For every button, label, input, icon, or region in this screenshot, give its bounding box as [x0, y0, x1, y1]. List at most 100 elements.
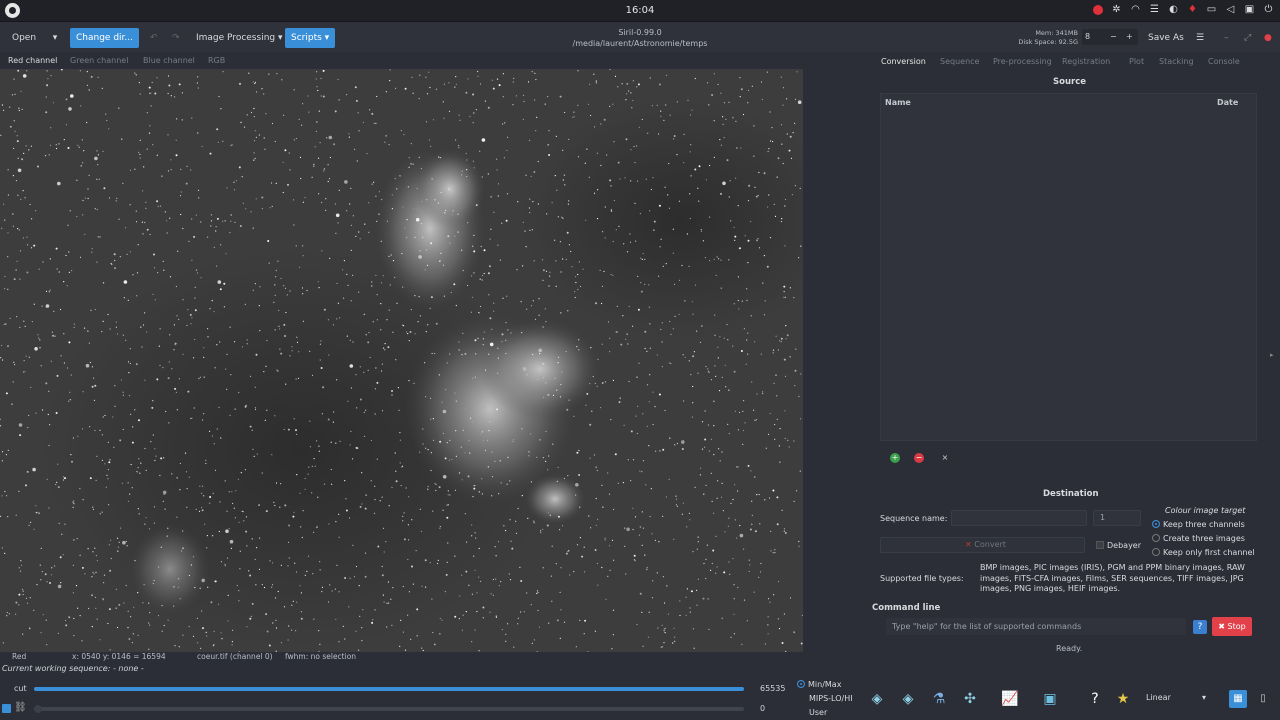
- plus-icon[interactable]: +: [1126, 29, 1133, 45]
- tab-preprocessing[interactable]: Pre-processing: [993, 57, 1052, 66]
- working-dir: /media/laurent/Astronomie/temps: [572, 39, 708, 48]
- fwhm-info: fwhm: no selection: [285, 652, 357, 661]
- panel-toggle-icon[interactable]: ▯: [1256, 690, 1270, 708]
- image-processing-menu[interactable]: Image Processing ▾: [190, 28, 289, 48]
- working-sequence: Current working sequence: - none -: [2, 664, 144, 673]
- maximize-icon[interactable]: ⤢: [1238, 28, 1257, 48]
- star-icon[interactable]: ★: [1112, 689, 1134, 709]
- night-mode-icon[interactable]: ◐: [1168, 4, 1179, 15]
- source-heading: Source: [1053, 77, 1087, 87]
- debayer-checkbox[interactable]: Debayer: [1096, 541, 1141, 550]
- stretch-select[interactable]: Linear ▾: [1140, 690, 1212, 706]
- right-panel: Conversion Sequence Pre-processing Regis…: [872, 53, 1280, 663]
- lock-icon[interactable]: ▣: [1244, 4, 1255, 15]
- image-side-margin: [803, 69, 870, 652]
- power-icon[interactable]: ⏻: [1263, 4, 1274, 15]
- clock[interactable]: 16:04: [0, 5, 1280, 16]
- tab-red-channel[interactable]: Red channel: [8, 56, 57, 65]
- stop-button[interactable]: ✖ Stop: [1212, 617, 1252, 636]
- change-dir-button[interactable]: Change dir...: [70, 28, 139, 48]
- image-processing-label: Image Processing: [196, 33, 276, 43]
- column-date[interactable]: Date: [1217, 98, 1238, 107]
- tab-sequence[interactable]: Sequence: [940, 57, 979, 66]
- window-title: Siril-0.99.0 /media/laurent/Astronomie/t…: [540, 27, 740, 49]
- mode-minmax-label: Min/Max: [808, 680, 842, 689]
- question-icon[interactable]: ?: [1084, 689, 1106, 709]
- lo-slider-handle[interactable]: [34, 705, 42, 713]
- mode-minmax-radio[interactable]: Min/Max: [797, 680, 841, 689]
- annotate-icon[interactable]: ✣: [959, 689, 981, 709]
- help-button[interactable]: ?: [1193, 620, 1207, 634]
- lo-slider-track[interactable]: [34, 707, 744, 711]
- mem-usage: Mem: 341MB: [1035, 29, 1078, 37]
- remove-file-icon[interactable]: −: [914, 453, 924, 463]
- keep-three-channels-radio[interactable]: Keep three channels: [1152, 520, 1245, 529]
- expand-arrow-icon[interactable]: ▸: [1270, 351, 1274, 359]
- tab-conversion[interactable]: Conversion: [881, 57, 926, 66]
- lo-value[interactable]: 0: [760, 704, 765, 713]
- create-three-images-radio[interactable]: Create three images: [1152, 534, 1245, 543]
- column-name[interactable]: Name: [885, 98, 911, 107]
- grid-view-icon[interactable]: ▦: [1229, 690, 1247, 708]
- minimize-icon[interactable]: –: [1218, 28, 1235, 48]
- debayer-box[interactable]: [1096, 541, 1104, 549]
- window-list-icon[interactable]: ▭: [1206, 4, 1217, 15]
- recent-files-dropdown-icon[interactable]: ▾: [47, 28, 63, 48]
- auto-cut-checkbox[interactable]: [2, 704, 11, 713]
- command-input[interactable]: Type "help" for the list of supported co…: [886, 618, 1186, 635]
- mode-mips-radio[interactable]: MIPS-LO/HI: [809, 694, 853, 703]
- create-three-label: Create three images: [1163, 534, 1245, 543]
- undo-icon[interactable]: ↶: [144, 28, 164, 48]
- hi-value[interactable]: 65535: [760, 684, 785, 693]
- histogram-icon[interactable]: 📈: [999, 689, 1021, 709]
- mode-user-radio[interactable]: User: [809, 708, 827, 717]
- stretch-value: Linear: [1146, 693, 1171, 702]
- menu-icon[interactable]: ☰: [1149, 4, 1160, 15]
- scripts-label: Scripts: [291, 33, 322, 43]
- system-top-bar: 16:04 ✲ ◠ ☰ ◐ ♦ ▭ ◁ ▣ ⏻: [0, 0, 1280, 22]
- thread-spinner[interactable]: 8 − +: [1082, 29, 1138, 45]
- extensions-icon[interactable]: ✲: [1111, 4, 1122, 15]
- start-index-input[interactable]: 1: [1093, 510, 1141, 526]
- image-canvas[interactable]: [0, 69, 803, 652]
- false-colour-icon[interactable]: ◈: [897, 689, 919, 709]
- save-as-button[interactable]: Save As: [1142, 28, 1190, 48]
- mode-user-label: User: [809, 708, 828, 717]
- image-info-bar: Red x: 0540 y: 0146 = 16594 coeur.tif (c…: [0, 651, 870, 663]
- header-bar: Open ▾ Change dir... ↶ ↷ Image Processin…: [0, 22, 1280, 52]
- minus-icon[interactable]: −: [1110, 29, 1117, 45]
- negative-view-icon[interactable]: ◈: [866, 689, 888, 709]
- tab-console[interactable]: Console: [1208, 57, 1240, 66]
- hi-slider-fill[interactable]: [34, 687, 744, 691]
- hamburger-menu-icon[interactable]: ☰: [1190, 28, 1210, 48]
- sequence-name-label: Sequence name:: [880, 514, 948, 523]
- sequence-name-input[interactable]: [951, 510, 1087, 526]
- open-button[interactable]: Open: [6, 28, 42, 48]
- image-info-icon[interactable]: ▣: [1039, 689, 1061, 709]
- tab-registration[interactable]: Registration: [1062, 57, 1110, 66]
- scripts-menu[interactable]: Scripts ▾: [285, 28, 336, 48]
- tab-blue-channel[interactable]: Blue channel: [143, 56, 195, 65]
- notification-bell-icon[interactable]: ♦: [1187, 4, 1198, 15]
- link-icon[interactable]: ⛓: [14, 702, 27, 713]
- volume-icon[interactable]: ◁: [1225, 4, 1236, 15]
- spin-value[interactable]: 8: [1085, 32, 1090, 41]
- add-files-icon[interactable]: +: [890, 453, 900, 463]
- tab-rgb[interactable]: RGB: [208, 56, 225, 65]
- channel-tabs: Red channel Green channel Blue channel R…: [0, 53, 870, 69]
- record-indicator-icon[interactable]: [1093, 4, 1103, 15]
- wifi-icon[interactable]: ◠: [1130, 4, 1141, 15]
- photometry-icon[interactable]: ⚗: [928, 689, 950, 709]
- astro-image: [0, 69, 803, 652]
- close-icon[interactable]: ●: [1258, 28, 1278, 48]
- tab-plot[interactable]: Plot: [1129, 57, 1144, 66]
- debayer-label: Debayer: [1107, 541, 1142, 550]
- tab-stacking[interactable]: Stacking: [1159, 57, 1194, 66]
- tab-green-channel[interactable]: Green channel: [70, 56, 128, 65]
- source-file-list[interactable]: Name Date: [880, 93, 1257, 441]
- redo-icon[interactable]: ↷: [166, 28, 186, 48]
- destination-heading: Destination: [1043, 489, 1099, 499]
- convert-button[interactable]: ✕ Convert: [880, 537, 1085, 553]
- keep-first-channel-radio[interactable]: Keep only first channel: [1152, 548, 1255, 557]
- clear-list-icon[interactable]: ×: [940, 453, 950, 463]
